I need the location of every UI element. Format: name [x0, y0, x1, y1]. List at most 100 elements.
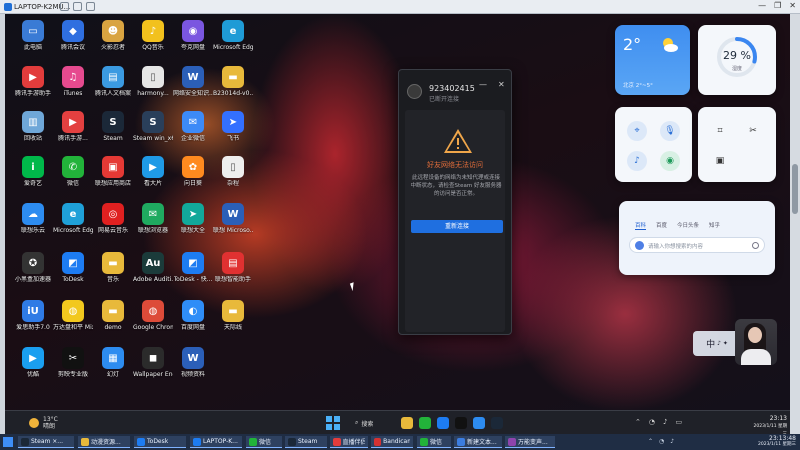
- search-tab-0[interactable]: 百科: [635, 221, 647, 230]
- desktop-icon[interactable]: ▶ 腾讯手游...: [53, 111, 93, 142]
- desktop-icon[interactable]: ✪ 小黑盒加速器: [13, 252, 53, 283]
- reconnect-button[interactable]: 重新连接: [411, 220, 503, 233]
- desktop-icon[interactable]: ✉ 联想浏览器: [133, 203, 173, 234]
- desktop-icon[interactable]: S Steam win_x64...: [133, 111, 173, 142]
- host-taskbar-item[interactable]: 直播伴侣: [330, 436, 368, 448]
- desktop-icon[interactable]: ◆ 腾讯会议: [53, 20, 93, 51]
- viewer-scrollbar[interactable]: [790, 14, 800, 434]
- host-taskbar-item[interactable]: 万能变声...: [505, 436, 555, 448]
- todesk-taskbar-icon[interactable]: [437, 417, 449, 429]
- desktop-icon[interactable]: ▯ harmony...: [133, 66, 173, 97]
- desktop-icon[interactable]: W 视频资料: [173, 347, 213, 378]
- host-clock[interactable]: 23:13:48 2023/1/11 星期三: [758, 436, 796, 448]
- desktop-icon[interactable]: iU 爱思助手7.0: [13, 300, 53, 331]
- viewer-maximize-button[interactable]: ❐: [774, 1, 781, 10]
- desktop-icon[interactable]: ◩ ToDesk - 快...: [173, 252, 213, 283]
- taskbar-weather[interactable]: 13°C 晴朗: [43, 416, 58, 430]
- host-taskbar-item[interactable]: 微信: [417, 436, 451, 448]
- desktop-icon[interactable]: ▤ 腾讯人文档案: [93, 66, 133, 97]
- viewer-tool-settings-icon[interactable]: [86, 2, 95, 11]
- host-taskbar-item[interactable]: 动漫资源...: [78, 436, 130, 448]
- file-explorer-icon[interactable]: [401, 417, 413, 429]
- viewer-close-button[interactable]: ✕: [789, 1, 796, 10]
- host-tray-chevron-icon[interactable]: ⌃: [648, 438, 653, 445]
- desktop-icon[interactable]: ▬ B23014d-v0...: [213, 66, 253, 97]
- tray-chevron-icon[interactable]: ⌃: [635, 418, 641, 426]
- viewer-minimize-button[interactable]: —: [758, 1, 766, 10]
- desktop-icon[interactable]: ♫ iTunes: [53, 66, 93, 97]
- search-tab-1[interactable]: 百度: [656, 221, 667, 230]
- scissors-icon[interactable]: ✂: [743, 121, 763, 141]
- host-taskbar-item[interactable]: Steam: [285, 436, 327, 448]
- volume-icon[interactable]: ♪: [627, 151, 647, 171]
- host-start-icon[interactable]: [3, 437, 13, 447]
- desktop-icon[interactable]: ✉ 企业微信: [173, 111, 213, 142]
- desktop-icon[interactable]: ▥ 回收站: [13, 111, 53, 142]
- eye-icon[interactable]: ◉: [660, 151, 680, 171]
- desktop-icon[interactable]: ▦ 幻灯: [93, 347, 133, 378]
- tiktok-taskbar-icon[interactable]: [455, 417, 467, 429]
- search-tab-2[interactable]: 今日头条: [677, 221, 699, 230]
- microphone-icon[interactable]: 🎙: [660, 121, 680, 141]
- desktop-icon[interactable]: ▶ 看大片: [133, 156, 173, 187]
- desktop-icon[interactable]: ✆ 微信: [53, 156, 93, 187]
- steam-taskbar-icon[interactable]: [491, 417, 503, 429]
- desktop-icon[interactable]: ☻ 火影忍者: [93, 20, 133, 51]
- desktop-icon[interactable]: ➤ 联想大全: [173, 203, 213, 234]
- location-icon[interactable]: ⌖: [627, 121, 647, 141]
- viewer-tool-keyboard-icon[interactable]: [60, 2, 69, 11]
- desktop-icon[interactable]: ▭ 此电脑: [13, 20, 53, 51]
- desktop-icon[interactable]: ◎ 网易云音乐: [93, 203, 133, 234]
- search-tab-3[interactable]: 知乎: [709, 221, 720, 230]
- host-taskbar-item[interactable]: Steam ×...: [18, 436, 74, 448]
- host-taskbar-item[interactable]: Bandicam: [371, 436, 413, 448]
- desktop-icon[interactable]: ☁ 联想乐云: [13, 203, 53, 234]
- ime-floating-bar[interactable]: 中 ♪ ✦: [693, 331, 741, 356]
- desktop-icon[interactable]: Au Adobe Auditi...: [133, 252, 173, 283]
- desktop-icon[interactable]: ◍ 万达盘和平 Mixdown 1: [53, 300, 93, 331]
- desktop-icon[interactable]: ▣ 联想应用商店: [93, 156, 133, 187]
- host-taskbar-item[interactable]: LAPTOP-K...: [190, 436, 242, 448]
- desktop-icon[interactable]: ◩ ToDesk: [53, 252, 93, 283]
- desktop-icon[interactable]: ◐ 百度网盘: [173, 300, 213, 331]
- dialog-close-button[interactable]: ✕: [498, 80, 505, 89]
- desktop-icon[interactable]: W 网络安全知识...: [173, 66, 213, 97]
- humidity-widget[interactable]: 29 % 湿度: [698, 25, 776, 95]
- search-input[interactable]: 请输入你想搜索的内容: [629, 237, 765, 253]
- desktop-icon[interactable]: ◍ Google Chrome: [133, 300, 173, 331]
- desktop-icon[interactable]: ▤ 联想智能助手: [213, 252, 253, 283]
- desktop-icon[interactable]: ✿ 向日葵: [173, 156, 213, 187]
- desktop-icon[interactable]: ▬ 音乐: [93, 252, 133, 283]
- desktop-icon[interactable]: ▬ demo: [93, 300, 133, 331]
- desktop-icon[interactable]: S Steam: [93, 111, 133, 142]
- host-taskbar-item[interactable]: 微信: [246, 436, 282, 448]
- desktop-icon[interactable]: ▯ 杂程: [213, 156, 253, 187]
- host-tray-volume-icon[interactable]: ♪: [670, 438, 674, 445]
- desktop-icon[interactable]: ➤ 飞书: [213, 111, 253, 142]
- desktop-icon[interactable]: ▶ 腾讯手游助手: [13, 66, 53, 97]
- store-taskbar-icon[interactable]: [473, 417, 485, 429]
- desktop-icon[interactable]: ◼ Wallpaper Enginee...: [133, 347, 173, 378]
- desktop-icon[interactable]: ▬ 天际线: [213, 300, 253, 331]
- taskbar-search-button[interactable]: ⌕ 搜索: [355, 416, 391, 430]
- desktop-icon[interactable]: ▶ 优酷: [13, 347, 53, 378]
- desktop-icon[interactable]: ✂ 剪映专业版: [53, 347, 93, 378]
- host-tray-network-icon[interactable]: ◔: [659, 438, 664, 445]
- host-taskbar-item[interactable]: ToDesk: [134, 436, 186, 448]
- weather-widget[interactable]: 2° 北京 2°~5°: [615, 25, 690, 95]
- tray-battery-icon[interactable]: ▭: [675, 418, 682, 426]
- viewer-tool-display-icon[interactable]: [73, 2, 82, 11]
- dialog-minimize-button[interactable]: —: [479, 80, 487, 89]
- wechat-taskbar-icon[interactable]: [419, 417, 431, 429]
- record-icon[interactable]: ▣: [710, 151, 730, 171]
- desktop-icon[interactable]: e Microsoft Edge: [213, 20, 253, 51]
- tray-volume-icon[interactable]: ♪: [663, 418, 667, 426]
- desktop-icon[interactable]: ◉ 夸克网盘: [173, 20, 213, 51]
- windows-start-icon[interactable]: [326, 416, 340, 430]
- crop-icon[interactable]: ⌗: [710, 121, 730, 141]
- host-taskbar-item[interactable]: 新建文本...: [454, 436, 502, 448]
- tray-network-icon[interactable]: ◔: [649, 418, 655, 426]
- viewer-scroll-thumb[interactable]: [792, 164, 798, 214]
- desktop-icon[interactable]: W 联想 Microso...: [213, 203, 253, 234]
- camera-search-icon[interactable]: [752, 242, 759, 249]
